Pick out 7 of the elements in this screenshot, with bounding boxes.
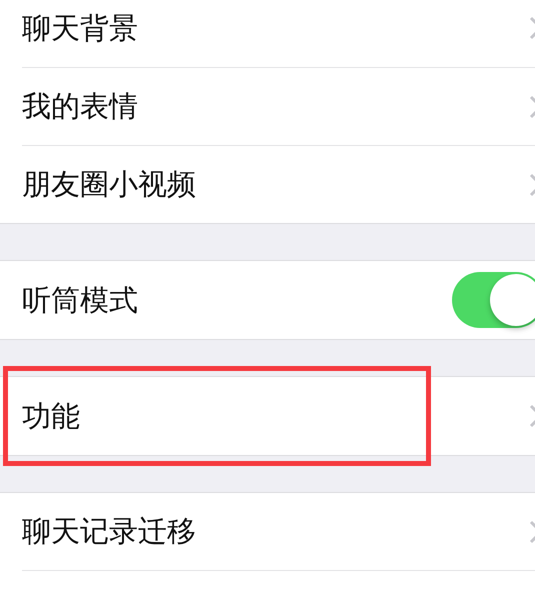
toggle-switch[interactable] xyxy=(452,272,535,328)
setting-label: 聊天记录迁移 xyxy=(22,514,196,549)
setting-label: 功能 xyxy=(22,398,80,434)
setting-label: 我的表情 xyxy=(22,89,138,124)
setting-label: 聊天背景 xyxy=(22,10,138,46)
setting-label: 听筒模式 xyxy=(22,282,138,318)
setting-label: 朋友圈小视频 xyxy=(22,167,196,202)
